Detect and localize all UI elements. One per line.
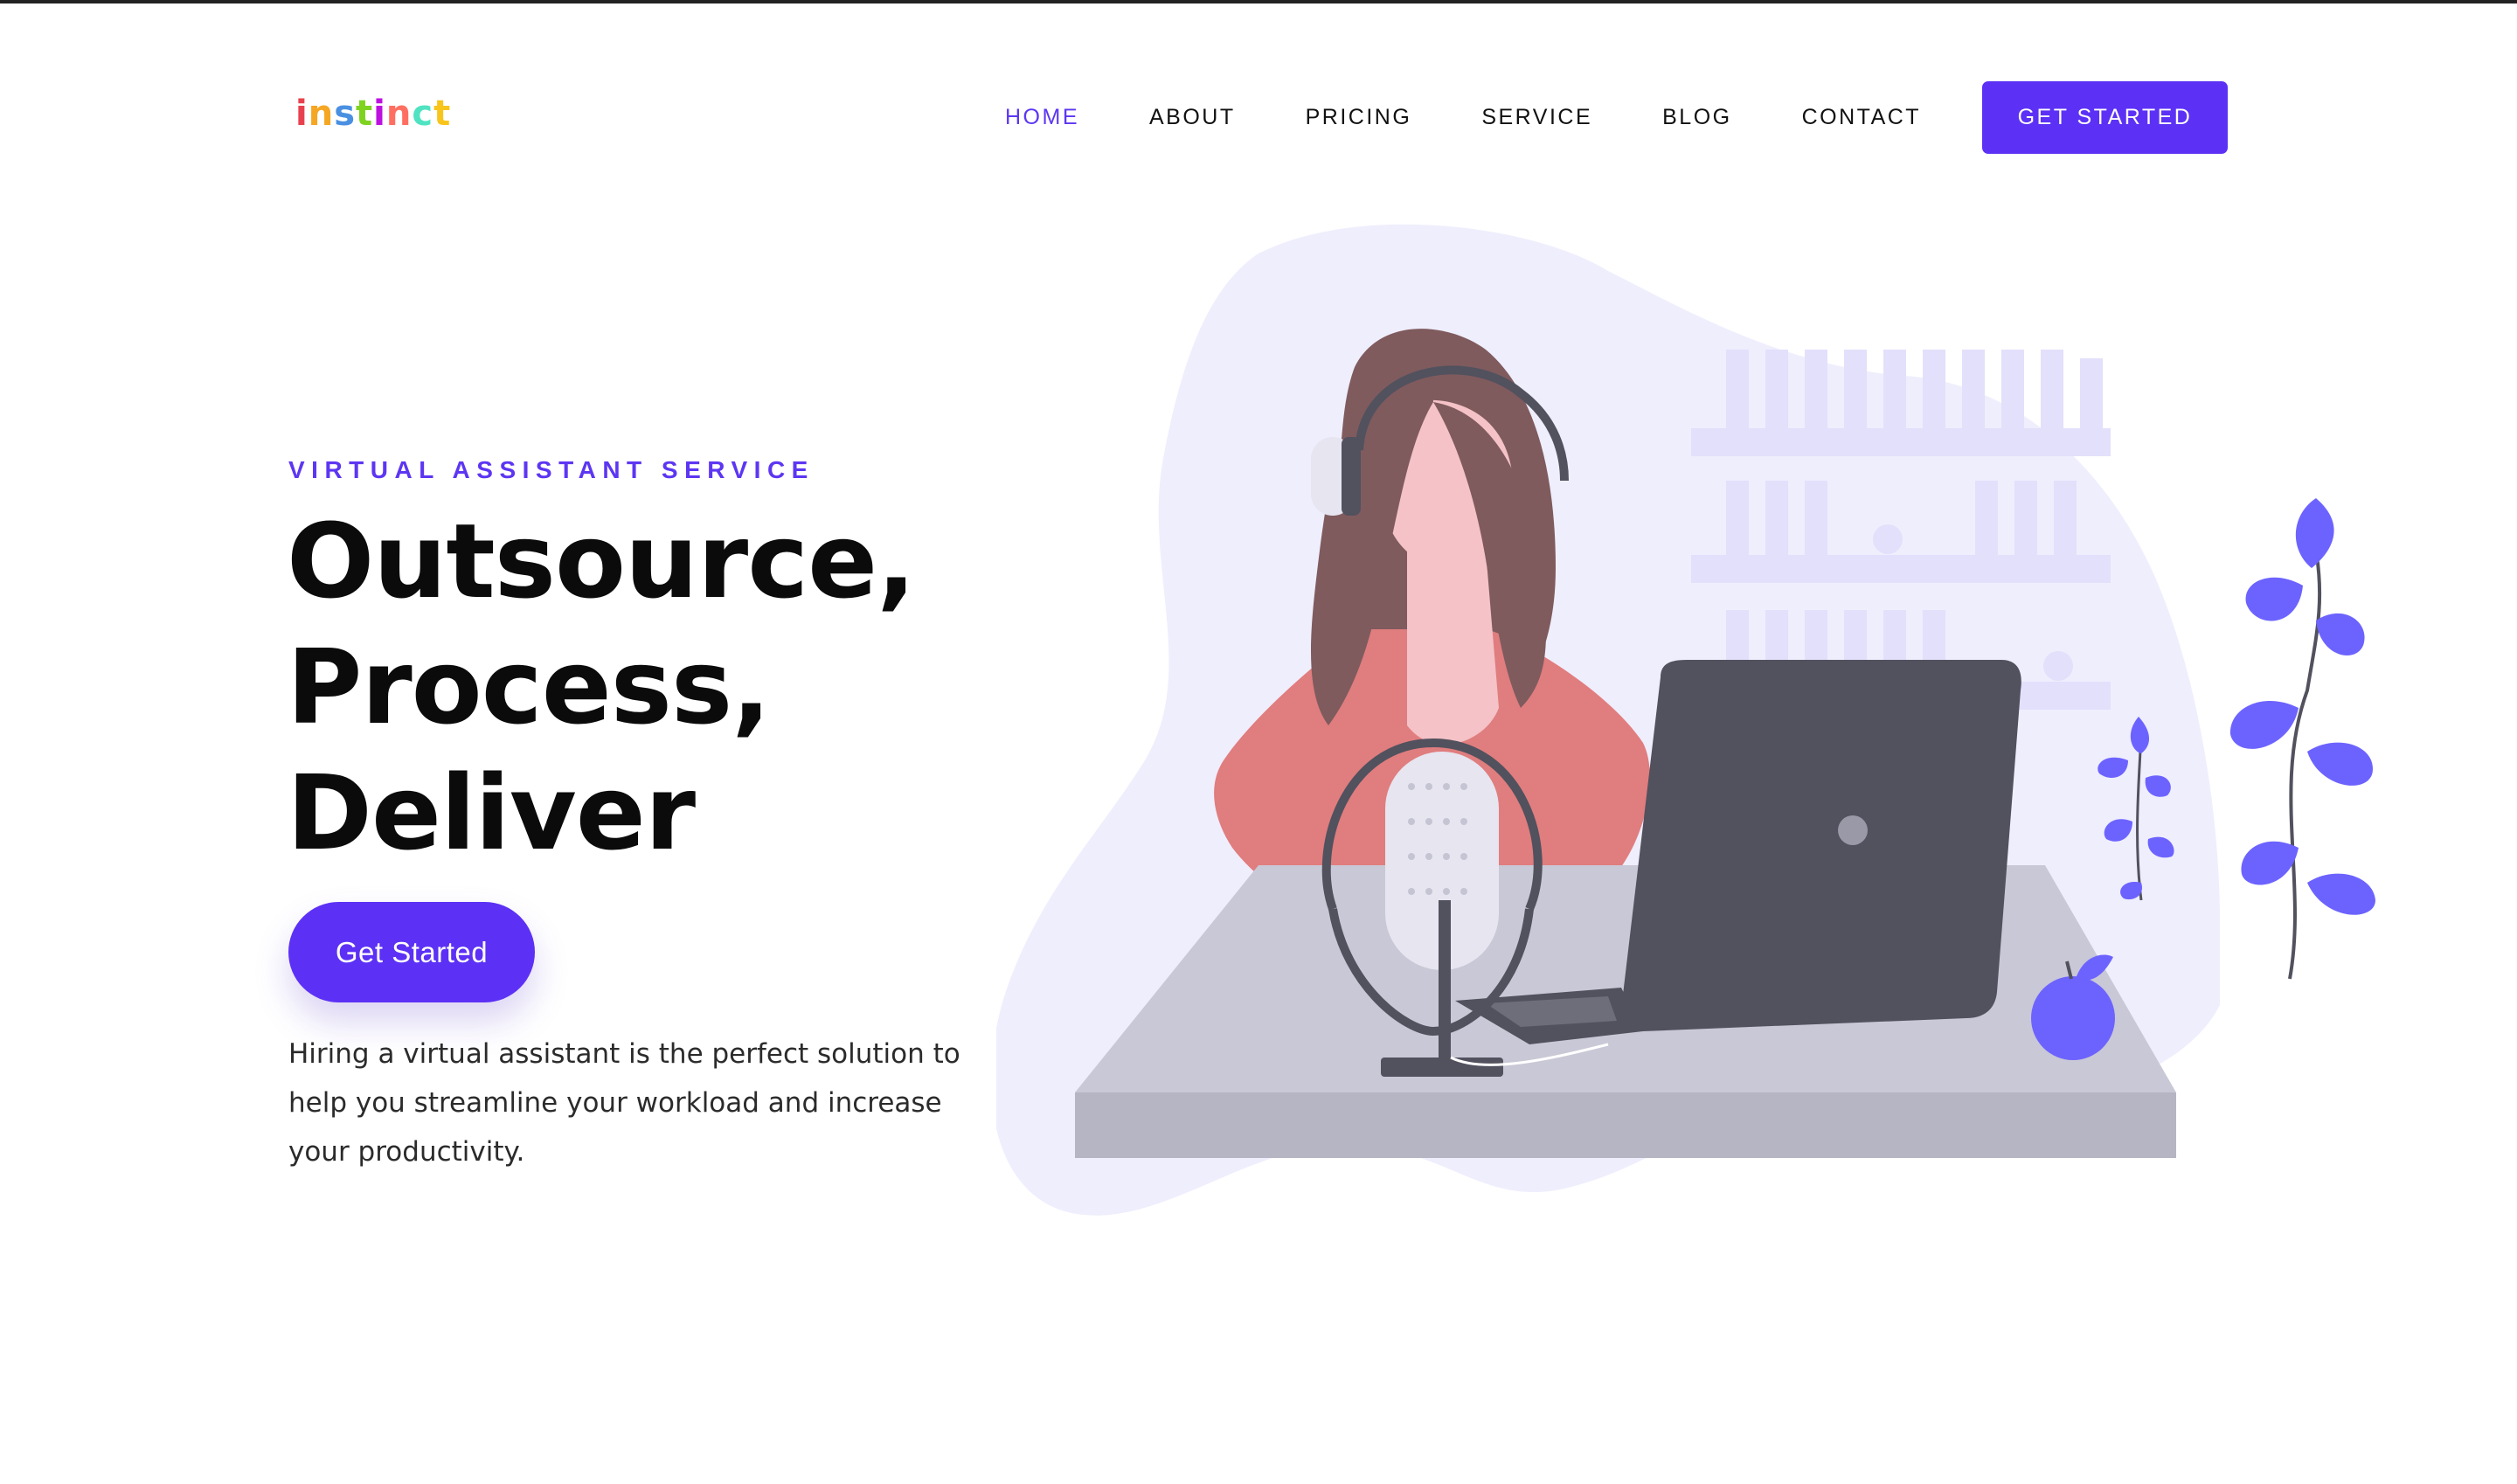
header-get-started-button[interactable]: GET STARTED bbox=[1982, 81, 2228, 154]
nav-blog[interactable]: BLOG bbox=[1662, 105, 1731, 130]
logo-letter: c bbox=[412, 94, 434, 134]
headline-line-1: Outsource, bbox=[287, 501, 916, 621]
headline-line-2: Process, bbox=[287, 627, 771, 747]
main-nav: HOME ABOUT PRICING SERVICE BLOG CONTACT bbox=[1005, 80, 1991, 154]
landing-page: instinct HOME ABOUT PRICING SERVICE BLOG… bbox=[0, 0, 2517, 1484]
logo[interactable]: instinct bbox=[295, 94, 452, 134]
logo-letter: t bbox=[356, 94, 374, 134]
nav-home[interactable]: HOME bbox=[1005, 105, 1079, 130]
logo-letter: s bbox=[334, 94, 357, 134]
plant-icon bbox=[2229, 498, 2375, 980]
headline-line-3: Deliver bbox=[287, 752, 696, 873]
nav-contact[interactable]: CONTACT bbox=[1802, 105, 1921, 130]
top-border bbox=[0, 0, 2517, 3]
logo-letter: i bbox=[295, 94, 309, 134]
hero-description: Hiring a virtual assistant is the perfec… bbox=[288, 1038, 960, 1168]
hero-get-started-button[interactable]: Get Started bbox=[288, 902, 535, 1002]
hero-eyebrow: VIRTUAL ASSISTANT SERVICE bbox=[288, 456, 815, 483]
nav-pricing[interactable]: PRICING bbox=[1306, 105, 1412, 130]
nav-about[interactable]: ABOUT bbox=[1149, 105, 1236, 130]
hero-headline: Outsource, Process, Deliver bbox=[287, 498, 986, 876]
nav-service[interactable]: SERVICE bbox=[1481, 105, 1592, 130]
logo-letter: n bbox=[308, 94, 335, 134]
hero-illustration bbox=[996, 224, 2375, 1216]
logo-letter: n bbox=[385, 94, 413, 134]
logo-letter: t bbox=[433, 94, 452, 134]
neck bbox=[1407, 551, 1499, 745]
logo-letter: i bbox=[373, 94, 386, 134]
